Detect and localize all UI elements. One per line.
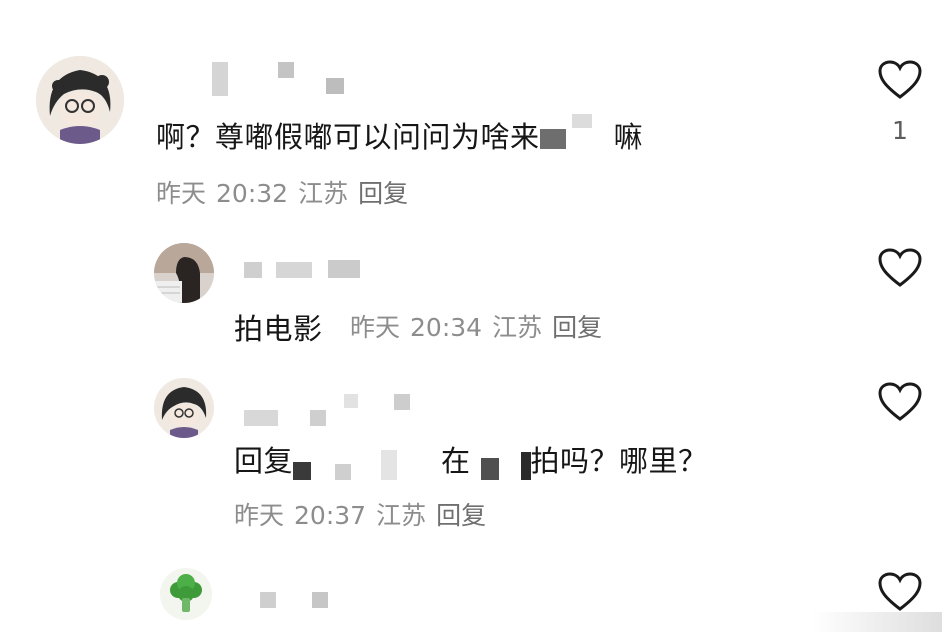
heart-icon[interactable] (878, 572, 922, 612)
username-mosaic (278, 62, 294, 78)
comment-meta: 昨天 20:32 江苏 回复 (156, 174, 418, 210)
comment-meta: 昨天 20:34 江苏 回复 (350, 308, 612, 344)
username-mosaic (212, 62, 228, 96)
comment-text-part: 嘛 (613, 120, 644, 154)
username-mosaic (312, 592, 328, 608)
comment-date: 昨天 (156, 179, 207, 208)
username-mosaic (328, 260, 360, 278)
reply-link[interactable]: 回复 (436, 501, 486, 530)
heart-icon[interactable] (878, 60, 922, 100)
comment-date: 昨天 (350, 313, 401, 342)
comment-location: 江苏 (376, 501, 427, 530)
username-mosaic (276, 262, 312, 278)
text-mosaic (480, 458, 499, 480)
avatar[interactable] (160, 568, 212, 620)
comment-time: 20:37 (294, 501, 367, 530)
comment-meta: 昨天 20:37 江苏 回复 (234, 496, 496, 532)
comment-location: 江苏 (492, 313, 543, 342)
username-mosaic (244, 410, 278, 426)
avatar[interactable] (154, 378, 214, 438)
comment-text: 拍电影 (234, 312, 323, 346)
comment-text-part: 拍吗？哪里？ (530, 444, 708, 478)
heart-icon[interactable] (878, 248, 922, 288)
comment-text: 啊？尊嘟假嘟可以问问为啥来 嘛 (156, 114, 643, 156)
avatar[interactable] (154, 243, 214, 303)
avatar[interactable] (36, 56, 124, 144)
text-mosaic (571, 114, 592, 128)
comment-text-part: 在 (441, 444, 471, 478)
comment-date: 昨天 (234, 501, 285, 530)
watermark (812, 612, 942, 632)
text-mosaic (539, 129, 566, 149)
username-mosaic (326, 78, 344, 94)
comment-text-part: 啊？尊嘟假嘟可以问问为啥来 (156, 120, 540, 154)
broccoli-icon (160, 568, 212, 620)
text-mosaic (520, 452, 531, 480)
username-mosaic (244, 262, 262, 278)
username-mosaic (260, 592, 276, 608)
text-mosaic (381, 450, 398, 480)
avatar-cartoon-icon (36, 56, 124, 144)
text-mosaic (335, 464, 352, 480)
reply-link[interactable]: 回复 (358, 179, 408, 208)
avatar-cartoon-icon (154, 378, 214, 438)
comment-location: 江苏 (298, 179, 349, 208)
comment-time: 20:32 (216, 179, 289, 208)
comment-text: 回复 在 拍吗？哪里？ (234, 438, 708, 480)
username-mosaic (344, 394, 358, 408)
reply-link[interactable]: 回复 (552, 313, 602, 342)
comment-time: 20:34 (410, 313, 483, 342)
reply-prefix: 回复 (234, 444, 294, 478)
heart-icon[interactable] (878, 382, 922, 422)
text-mosaic (293, 462, 312, 480)
username-mosaic (394, 394, 410, 410)
avatar-photo-icon (154, 243, 214, 303)
username-mosaic (310, 410, 326, 426)
like-count: 1 (892, 116, 908, 145)
